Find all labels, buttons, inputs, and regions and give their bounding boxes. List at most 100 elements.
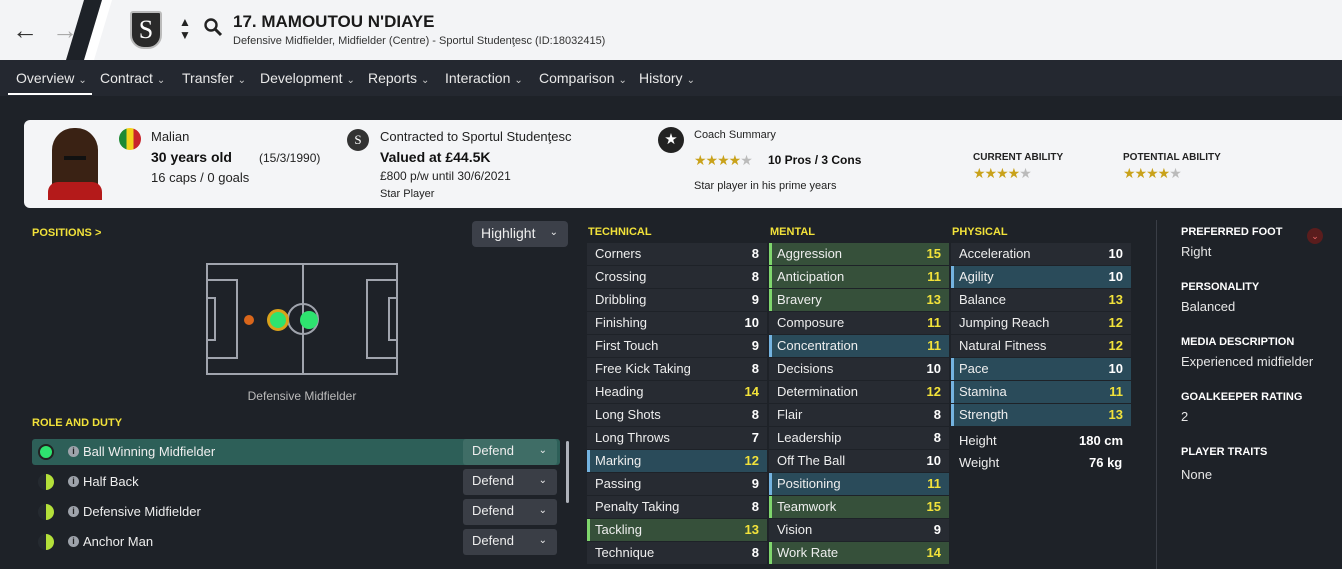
duty-dropdown[interactable]: Defend ⌄ [463,499,557,525]
attribute-row[interactable]: Acceleration 10 [951,243,1131,265]
player-name: 17. MAMOUTOU N'DIAYE [233,12,435,31]
back-arrow-icon[interactable]: ← [12,16,38,44]
tab-comparison[interactable]: Comparison ⌄ [539,70,627,86]
attribute-row[interactable]: Passing 9 [587,473,767,495]
tab-overview[interactable]: Overview ⌄ [16,70,87,86]
attribute-name: Long Shots [595,407,661,422]
tab-interaction[interactable]: Interaction ⌄ [445,70,523,86]
attribute-row[interactable]: Work Rate 14 [769,542,949,564]
position-marker-mc[interactable] [300,311,318,329]
tab-reports[interactable]: Reports ⌄ [368,70,429,86]
attribute-row[interactable]: Heading 14 [587,381,767,403]
attribute-name: Anticipation [777,269,845,284]
attribute-row[interactable]: Technique 8 [587,542,767,564]
attribute-row[interactable]: Aggression 15 [769,243,949,265]
role-suitability-icon [38,474,54,490]
info-icon[interactable]: i [68,476,79,487]
role-suitability-icon [38,534,54,550]
chevron-down-icon: ⌄ [549,227,558,238]
attribute-row[interactable]: Agility 10 [951,266,1131,288]
player-wage: £800 p/w until 30/6/2021 [380,169,511,183]
attribute-row[interactable]: Dribbling 9 [587,289,767,311]
attribute-row[interactable]: Jumping Reach 12 [951,312,1131,334]
attribute-value: 8 [933,430,941,445]
position-marker-dm[interactable] [267,309,289,331]
duty-dropdown[interactable]: Defend ⌄ [463,439,557,465]
tab-history[interactable]: History ⌄ [639,70,695,86]
search-icon[interactable] [203,17,223,43]
attribute-row[interactable]: Penalty Taking 8 [587,496,767,518]
tab-transfer[interactable]: Transfer ⌄ [182,70,246,86]
role-row[interactable]: i Half Back Defend ⌄ [32,469,560,495]
attribute-row[interactable]: Bravery 13 [769,289,949,311]
attribute-row[interactable]: Stamina 11 [951,381,1131,403]
player-subtitle: Defensive Midfielder, Midfielder (Centre… [233,35,606,47]
coach-rating-stars: ★★★★★ [694,152,753,168]
attribute-row[interactable]: Leadership 8 [769,427,949,449]
mali-flag-icon[interactable] [119,128,141,150]
attribute-row[interactable]: Free Kick Taking 8 [587,358,767,380]
attribute-row[interactable]: Finishing 10 [587,312,767,334]
attribute-row[interactable]: Flair 8 [769,404,949,426]
highlight-dropdown[interactable]: Highlight ⌄ [472,221,568,247]
attribute-row[interactable]: Anticipation 11 [769,266,949,288]
attribute-row[interactable]: Balance 13 [951,289,1131,311]
attribute-row[interactable]: Off The Ball 10 [769,450,949,472]
attribute-value: 12 [1108,315,1123,330]
attribute-row[interactable]: Vision 9 [769,519,949,541]
attribute-row[interactable]: Teamwork 15 [769,496,949,518]
technical-label: TECHNICAL [588,226,652,238]
attribute-row[interactable]: First Touch 9 [587,335,767,357]
attribute-row[interactable]: Determination 12 [769,381,949,403]
squad-status: Star Player [380,188,435,200]
pros-cons[interactable]: 10 Pros / 3 Cons [768,153,861,167]
role-row[interactable]: i Defensive Midfielder Defend ⌄ [32,499,560,525]
attribute-row[interactable]: Strength 13 [951,404,1131,426]
info-icon[interactable]: i [68,536,79,547]
positions-link[interactable]: POSITIONS > [32,227,101,239]
collapse-chevron-icon[interactable]: ⌄ [1307,228,1323,244]
attribute-name: Long Throws [595,430,670,445]
forward-arrow-icon[interactable]: → [52,16,78,44]
duty-dropdown[interactable]: Defend ⌄ [463,529,557,555]
player-portrait[interactable] [48,128,102,200]
attribute-row[interactable]: Positioning 11 [769,473,949,495]
chevron-down-icon: ⌄ [538,535,547,546]
attribute-row[interactable]: Tackling 13 [587,519,767,541]
attribute-row[interactable]: Long Throws 7 [587,427,767,449]
attribute-row[interactable]: Crossing 8 [587,266,767,288]
attribute-row[interactable]: Long Shots 8 [587,404,767,426]
sort-chevrons-icon[interactable]: ▲ ▼ [179,16,191,42]
player-traits-value: None [1181,467,1213,482]
attribute-row[interactable]: Concentration 11 [769,335,949,357]
info-icon[interactable]: i [68,506,79,517]
role-row[interactable]: i Ball Winning Midfielder Defend ⌄ [32,439,560,465]
attribute-name: Finishing [595,315,648,330]
position-marker-dc[interactable] [244,315,254,325]
role-and-duty-label: ROLE AND DUTY [32,417,123,429]
attribute-row[interactable]: Marking 12 [587,450,767,472]
nationality[interactable]: Malian [151,129,189,144]
club-badge-icon[interactable]: S [347,129,369,151]
club-crest-icon[interactable]: S [130,11,162,49]
attribute-value: 10 [1108,269,1123,284]
tab-contract[interactable]: Contract ⌄ [100,70,165,86]
attribute-value: 15 [926,499,941,514]
duty-dropdown[interactable]: Defend ⌄ [463,469,557,495]
roles-scrollbar[interactable] [566,441,569,503]
attribute-row[interactable]: Corners 8 [587,243,767,265]
attribute-row[interactable]: Natural Fitness 12 [951,335,1131,357]
chevron-down-icon: ⌄ [618,75,627,86]
role-suitability-icon [38,504,54,520]
attribute-name: Acceleration [959,246,1031,261]
attribute-value: 8 [751,407,759,422]
contracted-to[interactable]: Contracted to Sportul Studenţesc [380,129,572,144]
chevron-down-icon: ⌄ [514,75,523,86]
role-row[interactable]: i Anchor Man Defend ⌄ [32,529,560,555]
attribute-value: 14 [926,545,941,560]
attribute-row[interactable]: Pace 10 [951,358,1131,380]
info-icon[interactable]: i [68,446,79,457]
attribute-row[interactable]: Composure 11 [769,312,949,334]
attribute-row[interactable]: Decisions 10 [769,358,949,380]
tab-development[interactable]: Development ⌄ [260,70,355,86]
